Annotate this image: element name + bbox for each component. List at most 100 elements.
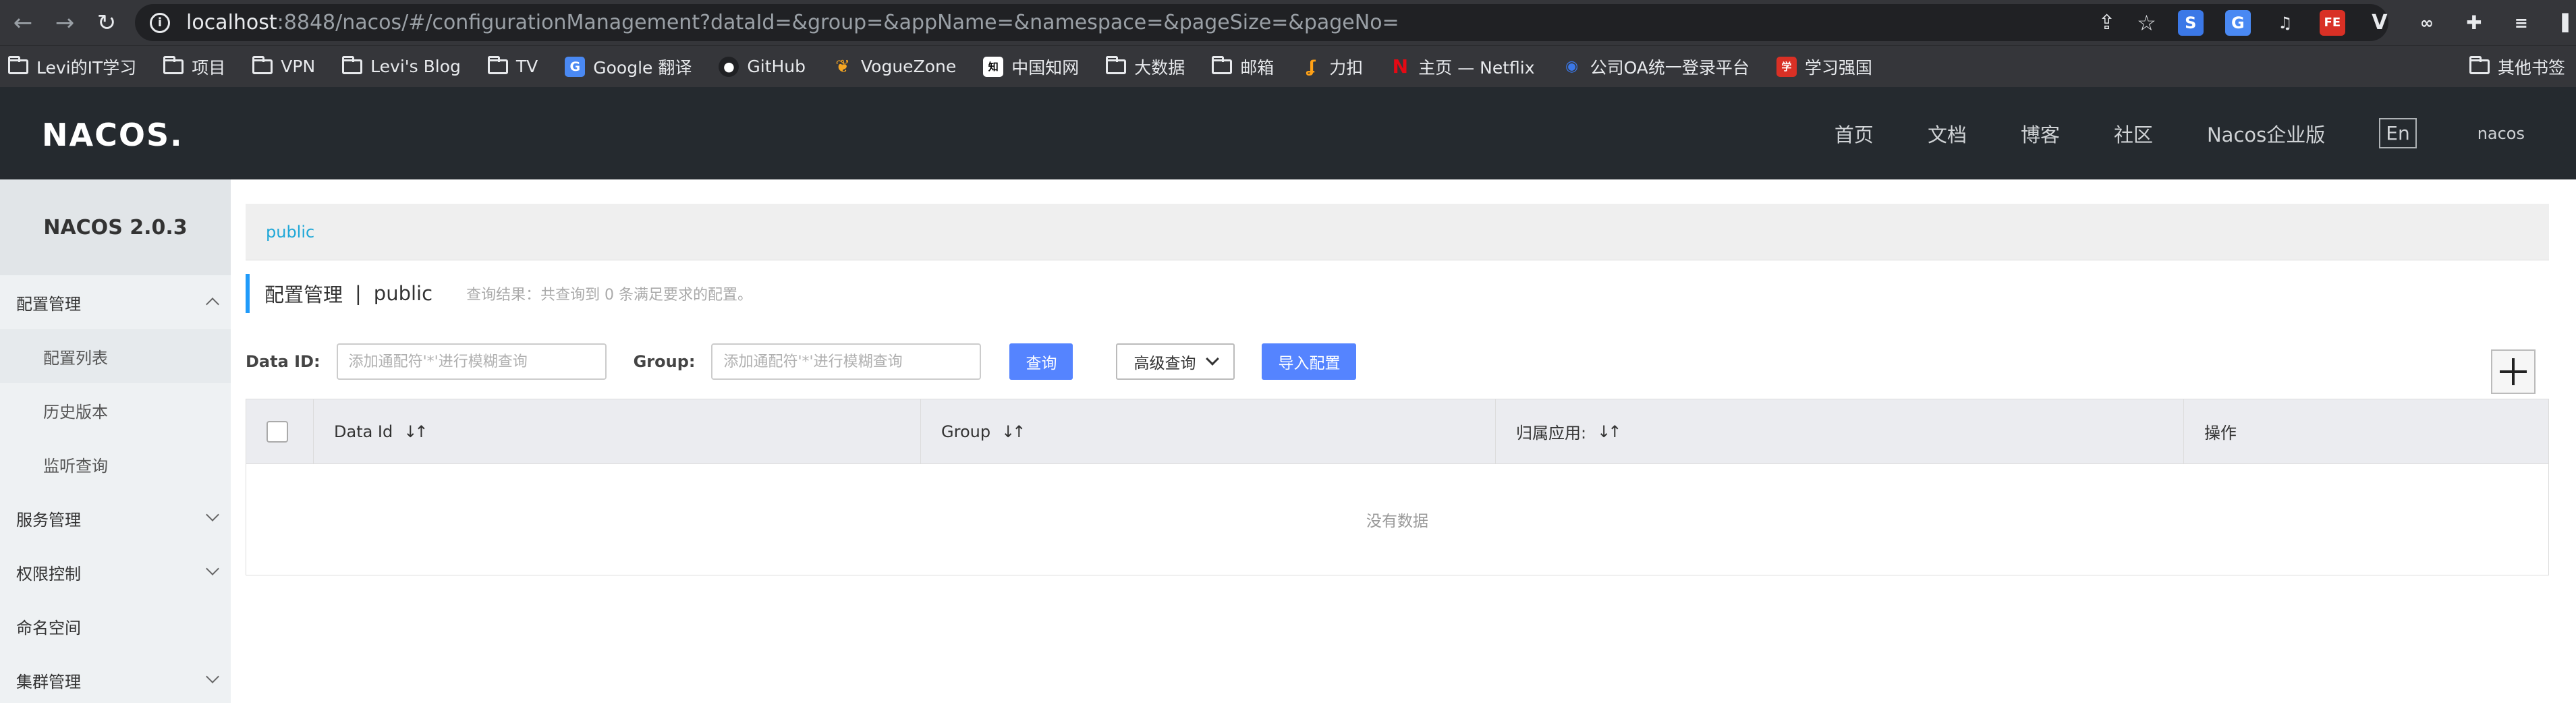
- column-data-id[interactable]: Data Id ↓↑: [314, 399, 921, 463]
- reload-icon[interactable]: ↻: [88, 4, 125, 42]
- plus-icon: [2500, 358, 2527, 385]
- table-body: 没有数据: [246, 464, 2548, 575]
- advanced-query-button[interactable]: 高级查询: [1116, 343, 1235, 380]
- sort-icon[interactable]: ↓↑: [1001, 422, 1026, 441]
- bookmark-item[interactable]: Levi的IT学习: [8, 55, 136, 79]
- sort-icon[interactable]: ↓↑: [1597, 422, 1621, 441]
- filter-bar: Data ID: Group: 查询 高级查询 导入配置: [246, 343, 1357, 380]
- column-group[interactable]: Group ↓↑: [921, 399, 1496, 463]
- nav-home[interactable]: 首页: [1835, 119, 1874, 148]
- extensions-area: ⇪ ☆ S G ♫ FE V ∞ ✚ ≡ ▌ ⋮: [2098, 0, 2576, 45]
- app-header: NACOS. 首页 文档 博客 社区 Nacos企业版 En nacos: [0, 87, 2576, 179]
- bookmark-item[interactable]: ʆ 力扣: [1301, 55, 1364, 79]
- import-config-button[interactable]: 导入配置: [1262, 343, 1357, 380]
- query-button[interactable]: 查询: [1009, 343, 1073, 380]
- address-bar[interactable]: i localhost:8848/nacos/#/configurationMa…: [135, 4, 2388, 41]
- nav-community[interactable]: 社区: [2114, 119, 2153, 148]
- column-actions: 操作: [2204, 424, 2237, 443]
- group-input[interactable]: [711, 343, 982, 380]
- bookmark-item[interactable]: 项目: [163, 55, 225, 79]
- github-icon: ●: [719, 56, 739, 77]
- bookmark-item[interactable]: TV: [487, 55, 538, 76]
- oa-icon: ◉: [1565, 58, 1579, 75]
- add-config-button[interactable]: [2491, 349, 2536, 394]
- back-icon[interactable]: ←: [4, 4, 42, 42]
- netflix-icon: N: [1392, 55, 1408, 78]
- media-control-icon[interactable]: ≡: [2509, 10, 2534, 36]
- extension-s-icon[interactable]: S: [2177, 9, 2204, 36]
- share-icon[interactable]: ⇪: [2098, 11, 2115, 34]
- bookmark-item[interactable]: VPN: [252, 55, 315, 76]
- chevron-down-icon: [1206, 352, 1220, 366]
- voguezone-icon: ❦: [835, 56, 850, 77]
- sort-icon[interactable]: ↓↑: [403, 422, 428, 441]
- namespace-tab-public[interactable]: public: [266, 223, 314, 242]
- sidebar-item-history[interactable]: 历史版本: [0, 383, 231, 437]
- folder-icon: [1106, 55, 1127, 74]
- nav-enterprise[interactable]: Nacos企业版: [2207, 119, 2325, 148]
- other-bookmarks[interactable]: 其他书签: [2469, 46, 2565, 88]
- group-label: Group:: [633, 352, 696, 371]
- extension-v-icon[interactable]: V: [2367, 10, 2392, 36]
- folder-icon: [2469, 56, 2490, 74]
- namespace-bar: public: [246, 204, 2549, 260]
- sidebar-item-access-control[interactable]: 权限控制: [0, 545, 231, 599]
- url-path: :8848/nacos/#/configurationManagement?da…: [277, 11, 1399, 34]
- sidebar-item-listener-query[interactable]: 监听查询: [0, 437, 231, 491]
- extensions-puzzle-icon[interactable]: ✚: [2461, 10, 2487, 36]
- sidebar-item-cluster-management[interactable]: 集群管理: [0, 653, 231, 707]
- user-menu[interactable]: nacos: [2477, 124, 2525, 143]
- sidebar-item-service-management[interactable]: 服务管理: [0, 491, 231, 545]
- forward-icon[interactable]: →: [46, 4, 84, 42]
- bookmark-item[interactable]: 邮箱: [1212, 55, 1274, 79]
- sidebar-title: NACOS 2.0.3: [0, 179, 231, 275]
- bookmark-item[interactable]: 知中国知网: [983, 55, 1079, 79]
- column-app[interactable]: 归属应用: ↓↑: [1496, 399, 2184, 463]
- folder-icon: [1212, 55, 1233, 74]
- language-toggle-button[interactable]: En: [2379, 118, 2417, 148]
- star-icon[interactable]: ☆: [2137, 10, 2156, 36]
- select-all-cell: [246, 399, 314, 463]
- bookmark-item[interactable]: ◉ 公司OA统一登录平台: [1562, 55, 1749, 79]
- sidebar-item-config-management[interactable]: 配置管理: [0, 275, 231, 329]
- config-table: Data Id ↓↑ Group ↓↑ 归属应用: ↓↑ 操作 没有数据: [246, 399, 2549, 575]
- page-title: 配置管理: [264, 283, 343, 306]
- leetcode-icon: ʆ: [1306, 57, 1316, 76]
- data-id-input[interactable]: [336, 343, 607, 380]
- site-info-icon[interactable]: i: [150, 12, 170, 33]
- folder-icon: [8, 55, 28, 74]
- nav-docs[interactable]: 文档: [1928, 119, 1967, 148]
- bookmark-item[interactable]: 大数据: [1106, 55, 1185, 79]
- extension-bell-icon[interactable]: ♫: [2272, 10, 2298, 36]
- bookmark-item[interactable]: Levi's Blog: [342, 55, 461, 76]
- bookmark-item[interactable]: N 主页 — Netflix: [1390, 55, 1535, 79]
- extension-fe-icon[interactable]: FE: [2319, 9, 2345, 36]
- extension-translate-icon[interactable]: G: [2224, 9, 2251, 36]
- title-separator: |: [355, 282, 362, 305]
- folder-icon: [252, 55, 273, 74]
- sidebar-item-config-list[interactable]: 配置列表: [0, 329, 231, 383]
- bookmark-item[interactable]: ❦ VogueZone: [833, 57, 956, 77]
- data-id-label: Data ID:: [246, 352, 320, 371]
- side-panel-icon[interactable]: ▌: [2556, 10, 2576, 36]
- google-translate-icon: G: [565, 56, 586, 77]
- url-host: localhost: [186, 11, 277, 34]
- folder-icon: [163, 55, 184, 74]
- main-content: public 配置管理 | public 查询结果：共查询到 0 条满足要求的配…: [231, 179, 2576, 703]
- top-nav: 首页 文档 博客 社区 Nacos企业版 En nacos: [1835, 87, 2576, 179]
- sidebar-item-namespace[interactable]: 命名空间: [0, 599, 231, 653]
- bookmark-item[interactable]: G Google 翻译: [565, 55, 692, 79]
- chevron-down-icon: [206, 562, 219, 575]
- page-header: 配置管理 | public 查询结果：共查询到 0 条满足要求的配置。: [246, 274, 752, 313]
- nacos-logo[interactable]: NACOS.: [42, 117, 184, 153]
- bookmark-item[interactable]: ● GitHub: [719, 56, 806, 77]
- extension-glasses-icon[interactable]: ∞: [2414, 10, 2440, 36]
- bookmark-item[interactable]: 学学习强国: [1776, 55, 1872, 79]
- cnki-icon: 知: [983, 56, 1004, 77]
- folder-icon: [342, 55, 363, 74]
- nav-blog[interactable]: 博客: [2021, 119, 2060, 148]
- page-namespace: public: [373, 282, 433, 305]
- chevron-down-icon: [206, 508, 219, 521]
- select-all-checkbox[interactable]: [267, 420, 288, 443]
- browser-toolbar: ← → ↻ i localhost:8848/nacos/#/configura…: [0, 0, 2576, 45]
